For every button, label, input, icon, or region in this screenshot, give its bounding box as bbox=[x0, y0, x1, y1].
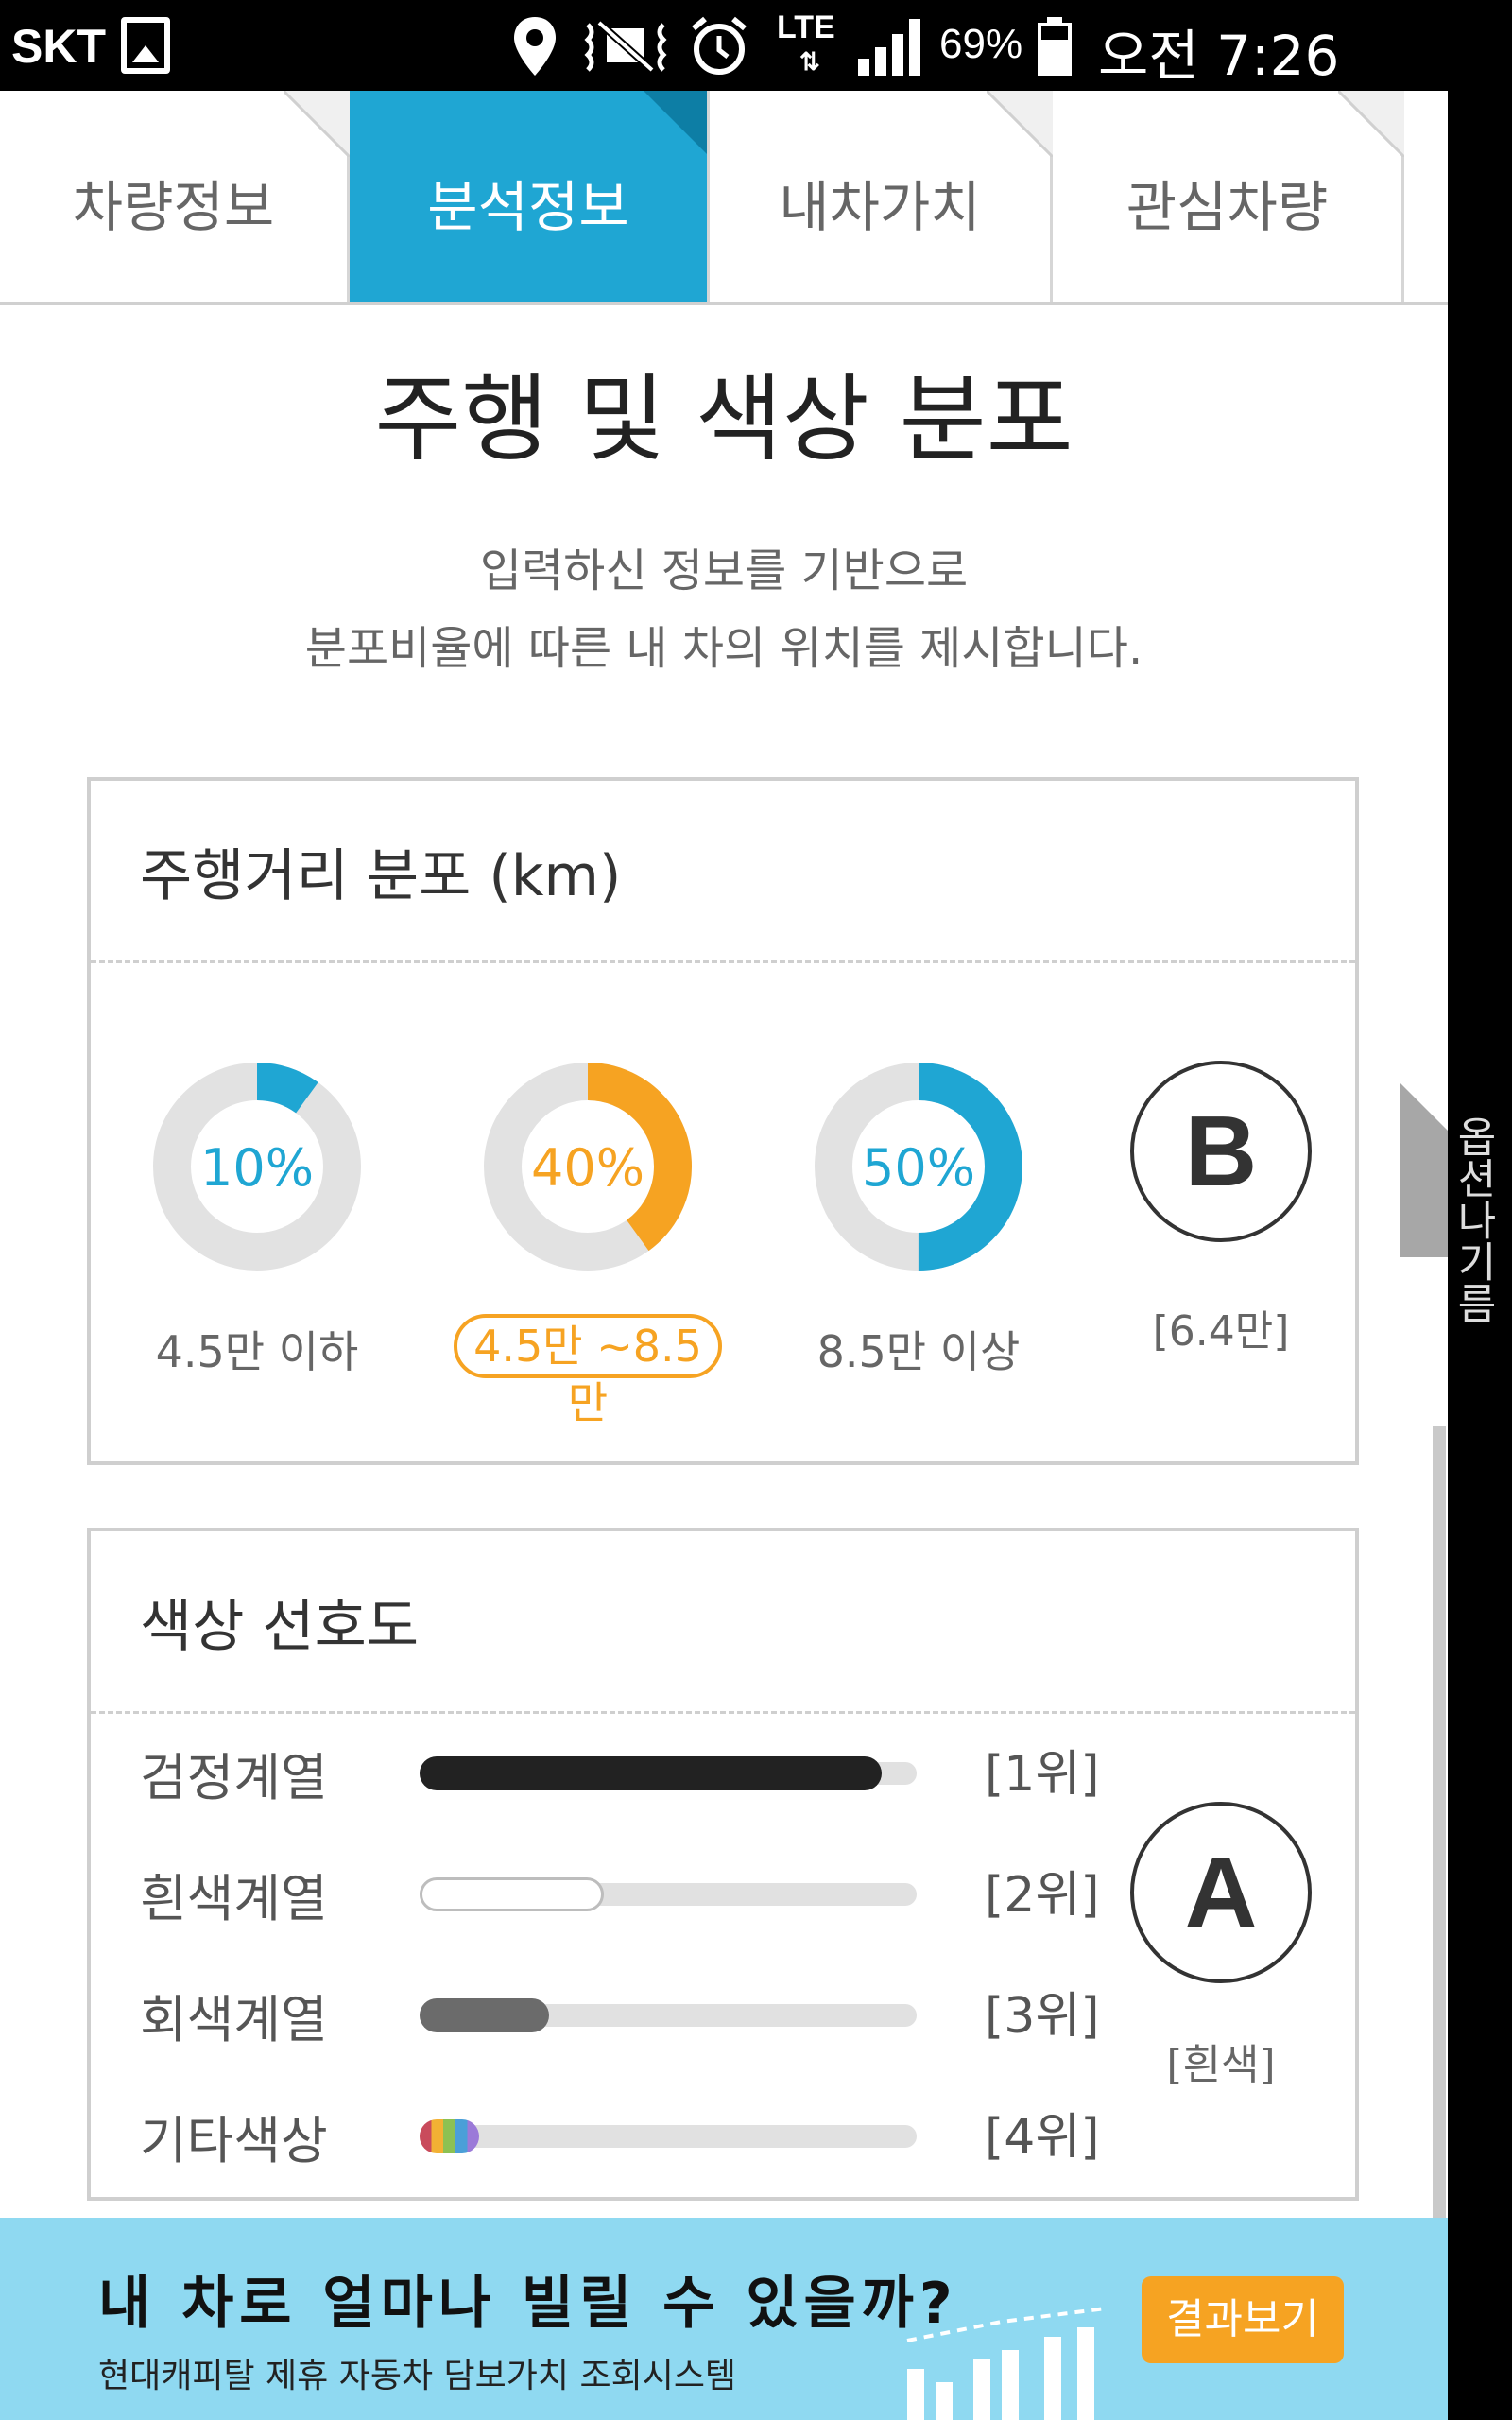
mileage-grade-note: [6.4만] bbox=[1152, 1307, 1290, 1356]
color-rank: [3위] bbox=[985, 1988, 1100, 2045]
color-bar-fill bbox=[420, 1877, 604, 1911]
view-result-button[interactable]: 결과보기 bbox=[1142, 2276, 1344, 2363]
tab-analysis-info[interactable]: 분석정보 bbox=[350, 91, 710, 304]
loan-banner[interactable]: 내 차로 얼마나 빌릴 수 있을까? 현대캐피탈 제휴 자동차 담보가치 조회시… bbox=[0, 2218, 1448, 2420]
carrier-label: SKT bbox=[11, 20, 106, 73]
donut-range-label-selected: 4.5만 ~8.5만 bbox=[454, 1314, 722, 1428]
clock: 오전 7:26 bbox=[1098, 24, 1340, 88]
side-panel-label: 옵션나기름 bbox=[1449, 1115, 1497, 1323]
card-divider bbox=[91, 1711, 1355, 1714]
banner-title: 내 차로 얼마나 빌릴 수 있을까? bbox=[98, 2271, 958, 2337]
card-divider bbox=[91, 960, 1355, 963]
color-bar-fill bbox=[420, 1756, 883, 1790]
color-rank: [1위] bbox=[985, 1746, 1100, 1803]
tab-corner-fold bbox=[284, 91, 350, 157]
tab-corner-fold bbox=[987, 91, 1053, 157]
tab-corner-fold bbox=[644, 91, 710, 157]
alarm-icon bbox=[692, 16, 747, 75]
tab-my-car-value[interactable]: 내차가치 bbox=[707, 91, 1053, 304]
tab-label: 관심차량 bbox=[1125, 175, 1329, 239]
tab-label: 차량정보 bbox=[72, 175, 275, 239]
color-bar-fill bbox=[420, 1998, 549, 2032]
tab-corner-fold bbox=[1338, 91, 1404, 157]
location-icon bbox=[514, 17, 556, 76]
battery-percentage: 69% bbox=[939, 21, 1023, 67]
battery-icon bbox=[1038, 17, 1072, 76]
donut-range-label: 8.5만 이상 bbox=[816, 1326, 1021, 1377]
donut-percent: 40% bbox=[530, 1138, 645, 1198]
status-bar: SKT LTE ⇅ 69% 오전 7:26 bbox=[0, 0, 1512, 91]
description-line-2: 분포비율에 따른 내 차의 위치를 제시합니다. bbox=[304, 622, 1143, 675]
color-grade-note: [흰색] bbox=[1166, 2041, 1276, 2089]
color-bar-fill bbox=[420, 2119, 480, 2153]
grade-letter: B bbox=[1184, 1096, 1258, 1207]
color-bar-track bbox=[420, 1998, 917, 2032]
tab-vehicle-info[interactable]: 차량정보 bbox=[0, 91, 350, 304]
donut-percent: 10% bbox=[199, 1138, 315, 1198]
color-row-label: 회색계열 bbox=[140, 1990, 328, 2049]
mute-vibrate-icon bbox=[584, 20, 667, 73]
page-title: 주행 및 색상 분포 bbox=[374, 364, 1074, 475]
color-bar-track bbox=[420, 1877, 917, 1911]
color-rank: [2위] bbox=[985, 1867, 1100, 1924]
color-grade-badge: A bbox=[1130, 1802, 1312, 1983]
gallery-notification-icon bbox=[121, 17, 170, 74]
color-bar-track bbox=[420, 2119, 917, 2153]
mileage-grade-badge: B bbox=[1130, 1061, 1312, 1242]
card-title: 색상 선호도 bbox=[140, 1594, 420, 1660]
data-activity-icon: ⇅ bbox=[799, 47, 820, 76]
color-preference-card: 색상 선호도 검정계열 [1위] 흰색계열 [2위] 회색계열 [3위] 기타색… bbox=[87, 1528, 1359, 2201]
donut-percent: 50% bbox=[861, 1138, 976, 1198]
side-panel-handle-notch bbox=[1400, 1083, 1448, 1131]
tab-label: 분석정보 bbox=[427, 175, 629, 239]
tab-bar-underline bbox=[0, 302, 1448, 305]
tab-favorite-cars[interactable]: 관심차량 bbox=[1053, 91, 1404, 304]
scrollbar-thumb[interactable] bbox=[1433, 1426, 1446, 2235]
color-bar-track bbox=[420, 1756, 917, 1790]
color-row-label: 기타색상 bbox=[140, 2111, 328, 2170]
color-row-label: 흰색계열 bbox=[140, 1869, 328, 1928]
network-type-label: LTE bbox=[777, 9, 835, 45]
donut-range-label: 4.5만 이하 bbox=[155, 1326, 359, 1377]
color-rank: [4위] bbox=[985, 2109, 1100, 2166]
card-title: 주행거리 분포 (km) bbox=[140, 843, 622, 909]
signal-strength-icon bbox=[858, 19, 920, 76]
mileage-distribution-card: 주행거리 분포 (km) 10% 4.5만 이하 40% 4.5만 ~8.5만 … bbox=[87, 777, 1359, 1465]
tab-bar: 차량정보 분석정보 내차가치 관심차량 bbox=[0, 91, 1448, 306]
banner-subtitle: 현대캐피탈 제휴 자동차 담보가치 조회시스템 bbox=[98, 2357, 737, 2395]
color-row-label: 검정계열 bbox=[140, 1748, 328, 1807]
grade-letter: A bbox=[1184, 1837, 1258, 1948]
tab-label: 내차가치 bbox=[779, 175, 981, 239]
description-line-1: 입력하신 정보를 기반으로 bbox=[479, 544, 969, 597]
